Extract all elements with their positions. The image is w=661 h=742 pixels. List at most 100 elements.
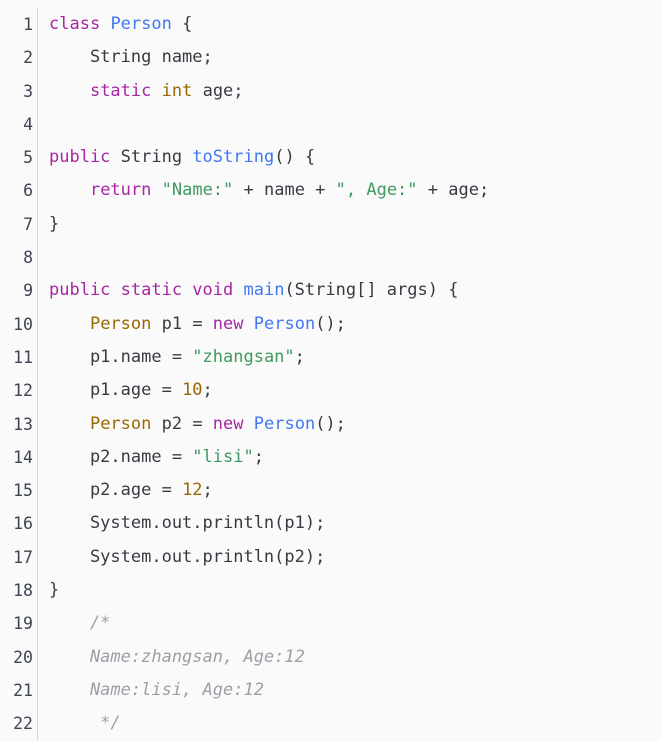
code-token-cmt: */ [49,713,121,734]
line-number: 12 [13,381,33,401]
line-number: 2 [23,48,33,68]
code-line[interactable]: 9 public static void main(String[] args) … [0,274,661,308]
code-line-content[interactable]: } [42,574,661,607]
code-line[interactable]: 16 System.out.println(p1); [0,507,661,542]
code-token-pln [49,180,90,200]
code-line-content[interactable]: public String toString() { [42,141,661,174]
code-token-typ: Person [89,413,152,434]
gutter-separator [33,607,42,641]
line-number: 17 [13,547,33,567]
code-line[interactable]: 2 String name; [0,41,661,75]
code-line[interactable]: 5 public String toString() { [0,141,661,175]
code-token-pln [151,81,161,101]
code-token-str: "Name:" [161,180,234,201]
code-token-cmt: /* [49,613,111,634]
code-line-content[interactable]: */ [42,707,661,740]
code-line-content[interactable]: /* [42,607,661,640]
code-token-kw: new [212,413,244,434]
code-token-pln [49,314,90,334]
code-token-pln [100,14,110,34]
code-token-typ: Person [89,313,152,334]
gutter-separator [33,440,42,475]
gutter-separator [33,574,42,608]
code-line[interactable]: 20 Name:zhangsan, Age:12 [0,640,661,675]
code-token-pln: (); [315,413,346,434]
code-line[interactable]: 21 Name:lisi, Age:12 [0,673,661,708]
gutter-separator [33,241,42,275]
code-line[interactable]: 22 */ [0,707,661,741]
code-token-pln: ; [202,380,213,401]
code-line-content[interactable]: Name:lisi, Age:12 [42,674,661,707]
code-line[interactable]: 8 [0,241,661,275]
code-line[interactable]: 3 static int age; [0,74,661,109]
line-number: 14 [13,447,33,467]
code-editor[interactable]: 1 class Person {2 String name; 3 static in… [0,0,661,742]
line-number: 5 [23,148,33,168]
line-number: 16 [13,514,33,534]
code-line[interactable]: 6 return "Name:" + name + ", Age:" + age… [0,174,661,209]
gutter-separator [33,340,42,375]
code-line-content[interactable]: p2.name = "lisi"; [42,441,661,474]
line-number: 4 [23,114,33,134]
code-line-content[interactable]: System.out.println(p2); [42,541,661,574]
code-token-str: "lisi" [192,446,254,467]
line-number: 9 [23,281,33,301]
code-token-cls: Person [253,313,316,334]
code-token-pln [49,81,90,101]
code-line-content[interactable]: Name:zhangsan, Age:12 [42,641,661,674]
code-token-pln: (); [315,313,346,334]
code-line-content[interactable]: return "Name:" + name + ", Age:" + age; [42,174,661,207]
line-number: 18 [13,581,33,601]
code-line-content[interactable]: public static void main(String[] args) { [42,274,661,307]
code-line[interactable]: 7} [0,207,661,242]
code-line-content[interactable]: String name; [42,41,661,74]
line-number: 8 [23,248,33,268]
gutter-separator [33,673,42,708]
line-number: 3 [23,81,33,101]
code-line[interactable]: 15 p2.age = 12; [0,474,661,508]
gutter-separator [33,8,42,42]
code-token-pln: ; [253,446,264,467]
code-line-content[interactable]: p2.age = 12; [42,474,661,507]
code-token-pln [49,414,90,434]
code-token-cls: main [243,280,285,301]
code-token-str: "zhangsan" [192,346,295,367]
code-token-pln: p1 = [151,313,213,334]
code-line-content[interactable]: Person p2 = new Person(); [42,408,661,441]
gutter-separator [33,640,42,675]
code-line[interactable]: 12 p1.age = 10; [0,374,661,408]
code-token-pln [244,314,254,334]
code-line-content[interactable]: p1.name = "zhangsan"; [42,341,661,374]
gutter-separator [33,374,42,408]
code-line[interactable]: 14 p2.name = "lisi"; [0,440,661,475]
code-line[interactable]: 17 System.out.println(p2); [0,540,661,575]
code-token-pln: p2.name = [49,446,193,467]
code-line[interactable]: 1 class Person { [0,8,661,42]
code-line-content[interactable]: static int age; [42,75,661,108]
line-number: 7 [23,214,33,234]
code-line[interactable]: 4 [0,107,661,142]
code-token-cmt: Name:lisi, Age:12 [49,679,264,700]
code-line-content[interactable]: } [42,208,661,241]
code-line-content[interactable]: System.out.println(p1); [42,507,661,540]
code-line[interactable]: 10 Person p1 = new Person(); [0,307,661,342]
code-line-content[interactable]: class Person { [42,8,661,41]
code-line-content[interactable]: p1.age = 10; [42,374,661,407]
line-number: 22 [13,714,33,734]
code-token-kw: static [89,80,152,101]
code-token-pln: String name; [49,47,213,68]
gutter-separator [33,507,42,542]
code-token-pln: p1.name = [49,346,193,367]
gutter-separator [33,41,42,75]
code-token-pln: p1.age = [49,380,183,401]
code-token-cls: Person [110,14,172,34]
gutter-separator [33,540,42,575]
code-line[interactable]: 19 /* [0,607,661,641]
line-number: 21 [13,680,33,700]
code-line[interactable]: 13 Person p2 = new Person(); [0,407,661,442]
gutter-separator [33,174,42,209]
code-token-pln: System.out.println(p1); [49,513,326,534]
code-line[interactable]: 18} [0,574,661,608]
code-line[interactable]: 11 p1.name = "zhangsan"; [0,340,661,375]
code-line-content[interactable]: Person p1 = new Person(); [42,308,661,341]
